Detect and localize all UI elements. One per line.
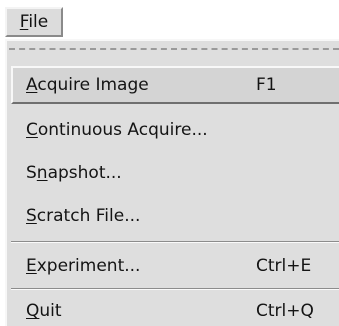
menu-item-label: Snapshot... [26,163,122,183]
menu-item-label: Scratch File... [26,206,141,226]
menu-item-continuous-acquire[interactable]: Continuous Acquire... [11,111,339,149]
menu-separator [11,241,339,243]
menu-separator [11,288,339,290]
menu-item-label: Experiment... [26,256,141,276]
menu-item-snapshot[interactable]: Snapshot... [11,154,339,192]
tear-off-line[interactable] [9,48,339,50]
menu-item-experiment[interactable]: Experiment... Ctrl+E [11,247,339,285]
file-menu-button[interactable]: File [5,7,63,37]
menu-item-shortcut: F1 [256,75,277,95]
menu-item-quit[interactable]: Quit Ctrl+Q [11,292,339,326]
menu-item-scratch-file[interactable]: Scratch File... [11,197,339,235]
menu-item-shortcut: Ctrl+E [256,256,312,276]
menu-item-label: Continuous Acquire... [26,120,208,140]
menu-item-shortcut: Ctrl+Q [256,301,314,321]
file-dropdown-menu: Acquire Image F1 Continuous Acquire... S… [5,39,339,326]
menu-item-acquire-image[interactable]: Acquire Image F1 [11,66,339,104]
menu-item-label: Acquire Image [26,75,149,95]
menu-item-label: Quit [26,301,62,321]
file-menu-label: File [19,12,49,32]
screen: File Acquire Image F1 Continuous Acquire… [0,0,339,326]
